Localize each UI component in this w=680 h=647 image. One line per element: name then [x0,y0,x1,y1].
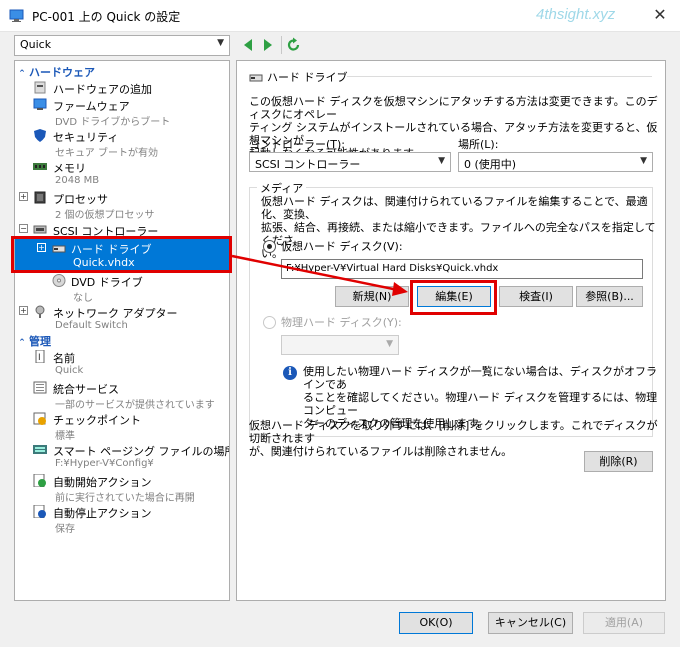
inspect-button[interactable]: 検査(I) [499,286,573,307]
refresh-icon[interactable] [287,37,301,53]
virtual-disk-path-input[interactable]: F:¥Hyper-V¥Virtual Hard Disks¥Quick.vhdx [281,259,643,279]
chevron-down-icon: ▼ [217,38,224,48]
physical-disk-select[interactable]: ▼ [281,335,399,355]
chevron-down-icon: ▼ [438,156,445,166]
apply-button[interactable]: 適用(A) [583,612,665,634]
sidebar-item-processor[interactable]: + プロセッサ 2 個の仮想プロセッサ [15,190,229,221]
media-label: メディア [257,180,307,196]
remove-button[interactable]: 削除(R) [584,451,653,472]
sidebar-item-dvd-drive[interactable]: DVD ドライブ なし [15,273,229,304]
chevron-down-icon: ▼ [386,339,393,349]
sidebar-item-auto-stop[interactable]: 自動停止アクション 保存 [15,504,229,535]
title-bar: PC-001 上の Quick の設定 4thsight.xyz ✕ [0,0,680,32]
vm-select-value: Quick [20,38,52,51]
expand-icon[interactable]: + [19,192,28,201]
dvd-drive-icon [52,274,66,287]
network-adapter-icon [35,305,45,318]
chevron-down-icon: ▼ [640,156,647,166]
auto-start-icon [33,474,46,487]
virtual-disk-label: 仮想ハード ディスク(V): [281,240,403,253]
name-icon: I [35,350,45,363]
physical-disk-radio[interactable] [263,316,276,329]
sidebar-item-checkpoint[interactable]: チェックポイント 標準 [15,411,229,442]
location-select[interactable]: 0 (使用中) ▼ [458,152,653,172]
auto-stop-icon [33,505,46,518]
highlight-box-hard-drive [11,236,232,273]
new-button[interactable]: 新規(N) [335,286,409,307]
forward-arrow-icon[interactable] [261,37,275,53]
sidebar-item-integration-services[interactable]: 統合サービス 一部のサービスが提供されています [15,380,229,411]
window-title: PC-001 上の Quick の設定 [32,10,181,24]
hardware-section-header[interactable]: ⌃ ハードウェア [15,64,229,79]
hard-drive-settings-panel: ハード ドライブ この仮想ハード ディスクを仮想マシンにアタッチする方法は変更で… [236,60,666,601]
hard-drive-icon [249,74,263,82]
collapse-icon: ⌃ [18,338,26,348]
ok-button[interactable]: OK(O) [399,612,473,634]
sidebar-item-auto-start[interactable]: 自動開始アクション 前に実行されていた場合に再開 [15,473,229,504]
sidebar-item-firmware[interactable]: ファームウェア DVD ドライブからブート [15,97,229,128]
integration-services-icon [33,381,47,394]
sidebar-item-name[interactable]: I 名前 Quick [15,349,229,378]
shield-icon [34,129,46,142]
sidebar-item-add-hardware[interactable]: ハードウェアの追加 [15,80,229,96]
cancel-button[interactable]: キャンセル(C) [488,612,573,634]
settings-tree: ⌃ ハードウェア ハードウェアの追加 ファームウェア DVD ドライブからブート … [14,60,230,601]
memory-icon [33,163,47,170]
watermark-text: 4thsight.xyz [536,6,616,23]
physical-disk-label: 物理ハード ディスク(Y): [281,316,402,329]
location-label: 場所(L): [458,138,499,151]
virtual-disk-radio[interactable] [263,240,276,253]
sidebar-item-network-adapter[interactable]: + ネットワーク アダプター Default Switch [15,304,229,333]
close-icon[interactable]: ✕ [640,0,680,31]
group-title: ハード ドライブ [249,69,348,85]
hyper-v-settings-icon [9,9,24,22]
back-arrow-icon[interactable] [241,37,255,53]
info-icon: i [283,366,297,380]
svg-text:I: I [38,353,41,363]
sidebar-item-security[interactable]: セキュリティ セキュア ブートが有効 [15,128,229,159]
add-hardware-icon [34,81,46,94]
browse-button[interactable]: 参照(B)... [576,286,643,307]
management-section-header[interactable]: ⌃ 管理 [15,333,229,348]
sidebar-item-smart-paging[interactable]: スマート ページング ファイルの場所 F:¥Hyper-V¥Config¥ [15,442,229,471]
toolbar-separator [281,36,282,54]
controller-select[interactable]: SCSI コントローラー ▼ [249,152,451,172]
controller-label: コントローラー(T): [249,138,346,151]
processor-icon [34,191,46,204]
checkpoint-icon [33,412,46,425]
expand-icon[interactable]: + [19,306,28,315]
sidebar-item-memory[interactable]: メモリ 2048 MB [15,159,229,188]
firmware-icon [33,98,47,110]
smart-paging-icon [33,445,47,454]
scsi-controller-icon [33,225,47,234]
collapse-tree-icon[interactable]: − [19,224,28,233]
collapse-icon: ⌃ [18,69,26,79]
highlight-box-edit [410,280,497,315]
vm-select[interactable]: Quick ▼ [14,35,230,56]
group-divider [347,76,652,77]
